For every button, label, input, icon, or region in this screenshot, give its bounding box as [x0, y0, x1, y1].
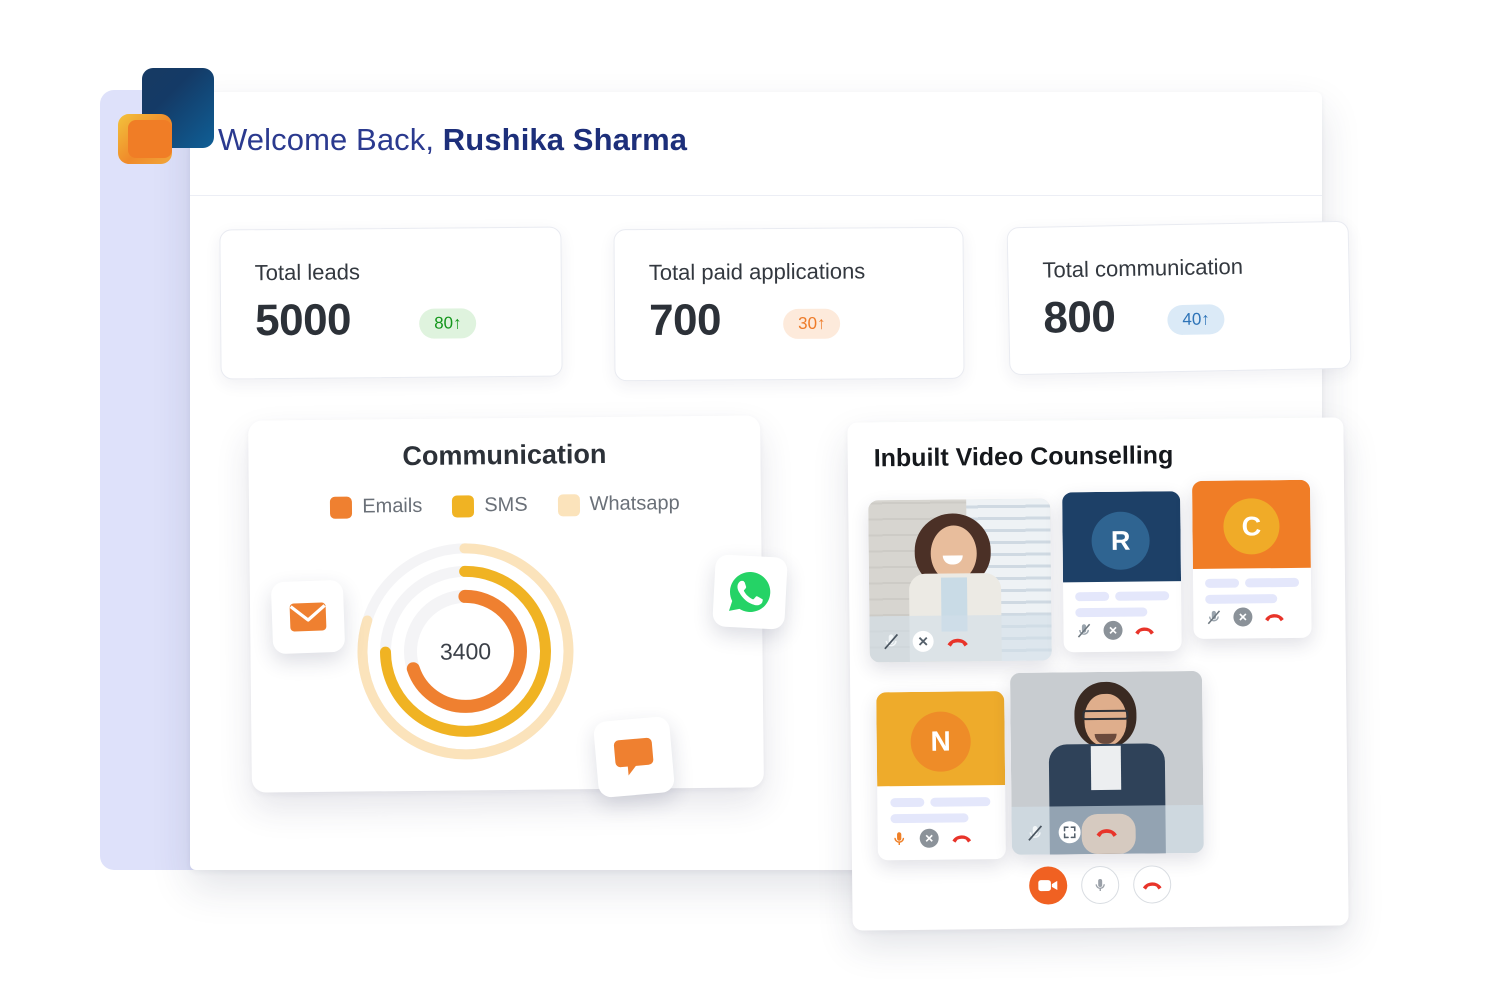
mic-off-icon[interactable]: [1075, 622, 1092, 639]
stat-title: Total leads: [254, 259, 361, 286]
video-camera-icon: [1038, 880, 1058, 892]
user-name: Rushika Sharma: [442, 122, 688, 157]
sidebar-slab: [100, 90, 198, 870]
page-title: Welcome Back, Rushika Sharma: [218, 122, 687, 158]
status-badge: 30↑: [783, 308, 841, 340]
video-panel-title: Inbuilt Video Counselling: [873, 441, 1174, 473]
whatsapp-icon: [728, 572, 771, 613]
layered-squares-logo: [118, 68, 214, 164]
tile-controls: [891, 828, 973, 848]
chat-bubble-icon: [613, 737, 654, 776]
tile-controls: [882, 630, 970, 652]
expand-icon[interactable]: [1058, 821, 1081, 844]
dashboard-header: Welcome Back, Rushika Sharma: [190, 92, 1322, 196]
close-icon[interactable]: [919, 828, 939, 848]
legend-label: Emails: [362, 494, 423, 518]
legend-label: Whatsapp: [589, 492, 680, 516]
chat-bubble-icon-chip[interactable]: [592, 715, 676, 799]
legend-swatch-emails: [330, 496, 353, 519]
stat-card-total-leads[interactable]: Total leads 5000 80↑: [219, 226, 563, 380]
hangup-icon[interactable]: [1133, 623, 1155, 636]
whatsapp-icon-chip[interactable]: [712, 554, 788, 630]
stat-title: Total communication: [1042, 253, 1244, 283]
avatar: N: [910, 711, 972, 772]
status-badge: 80↑: [419, 308, 477, 339]
status-badge: 40↑: [1167, 304, 1226, 336]
logo-orange-inner-square: [128, 120, 172, 158]
avatar: R: [1091, 511, 1150, 571]
legend-swatch-sms: [452, 494, 475, 518]
video-tile-photo-man[interactable]: [1009, 670, 1204, 855]
call-toolbar: [852, 863, 1348, 906]
legend-item-whatsapp: Whatsapp: [557, 492, 680, 516]
video-tile-n[interactable]: N: [876, 690, 1006, 861]
email-icon: [289, 602, 327, 632]
close-icon[interactable]: [1103, 620, 1123, 640]
mic-off-icon[interactable]: [882, 632, 901, 651]
stat-title: Total paid applications: [648, 258, 866, 285]
welcome-prefix: Welcome Back,: [218, 122, 443, 157]
dashboard-mockup: Welcome Back, Rushika Sharma Total leads…: [0, 0, 1500, 1000]
microphone-icon: [1095, 878, 1105, 891]
video-counselling-panel: Inbuilt Video Counselling R C N: [847, 417, 1349, 931]
mic-button[interactable]: [1081, 865, 1120, 905]
tile-controls: [1075, 620, 1155, 640]
legend-swatch-whatsapp: [557, 493, 580, 516]
stat-value: 700: [648, 295, 722, 345]
mic-off-icon[interactable]: [1205, 609, 1222, 626]
avatar: C: [1223, 498, 1280, 555]
mic-on-icon[interactable]: [891, 830, 908, 847]
stat-value: 5000: [254, 295, 352, 346]
close-icon[interactable]: [912, 630, 934, 652]
legend-item-emails: Emails: [330, 495, 422, 519]
hangup-icon[interactable]: [951, 831, 973, 844]
hangup-icon[interactable]: [1263, 610, 1285, 623]
video-tile-r[interactable]: R: [1062, 491, 1182, 653]
communication-donut-chart: 3400: [349, 535, 581, 767]
stat-card-total-paid-applications[interactable]: Total paid applications 700 30↑: [613, 226, 965, 382]
hangup-icon: [1142, 881, 1162, 890]
chart-title: Communication: [402, 438, 607, 472]
legend-item-sms: SMS: [452, 494, 528, 518]
email-icon-chip[interactable]: [270, 579, 346, 655]
tile-controls: [1026, 821, 1119, 844]
stat-card-total-communication[interactable]: Total communication 800 40↑: [1006, 220, 1352, 376]
end-call-button[interactable]: [1133, 865, 1172, 904]
mic-off-icon[interactable]: [1026, 823, 1045, 842]
tile-controls: [1205, 607, 1285, 627]
chart-legend: Emails SMS Whatsapp: [249, 491, 761, 519]
hangup-icon[interactable]: [1095, 825, 1119, 839]
legend-label: SMS: [484, 493, 528, 517]
video-tile-photo-woman[interactable]: [868, 498, 1052, 663]
hangup-icon[interactable]: [946, 634, 970, 648]
stat-value: 800: [1042, 292, 1116, 343]
donut-center-value: 3400: [439, 637, 492, 665]
camera-button[interactable]: [1029, 866, 1068, 905]
close-icon[interactable]: [1233, 607, 1253, 627]
video-tile-c[interactable]: C: [1191, 479, 1312, 639]
